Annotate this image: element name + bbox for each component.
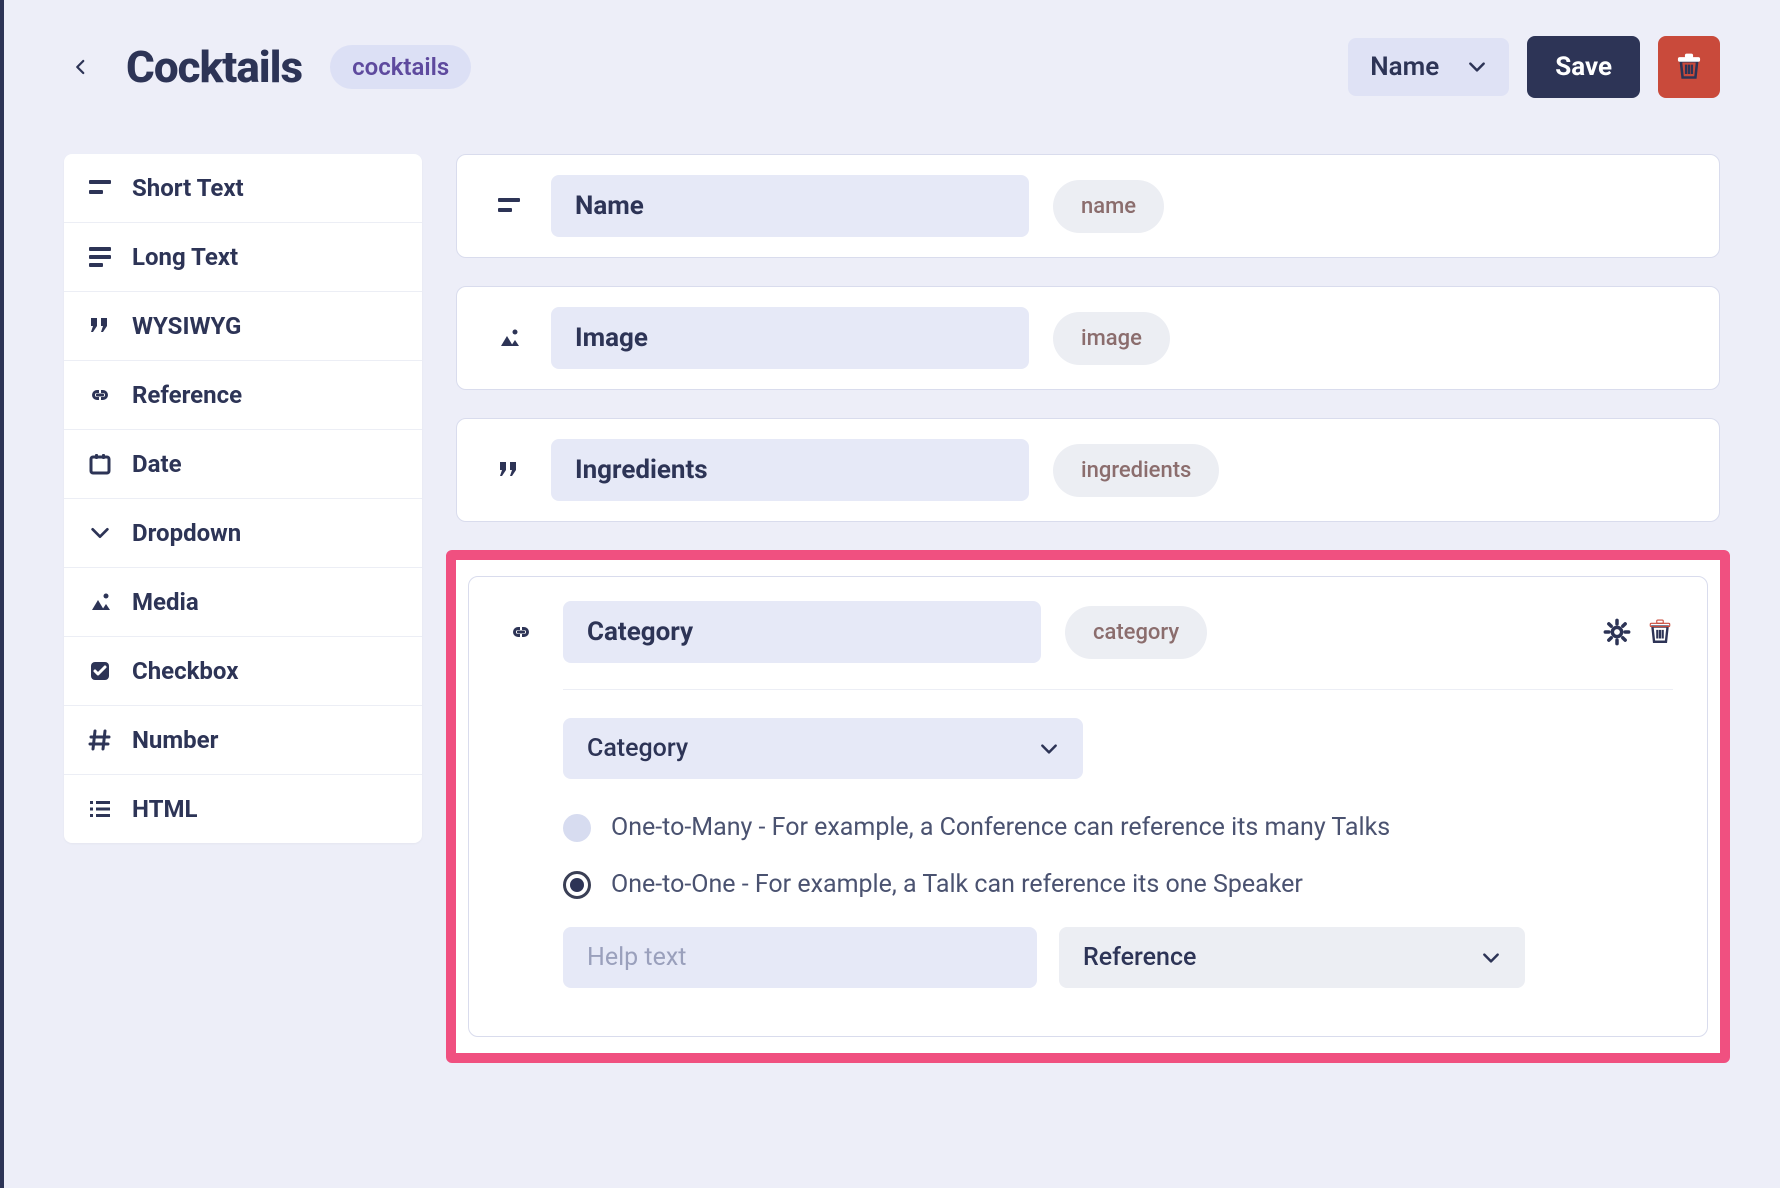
field-card-ingredients[interactable]: Ingredients ingredients [456,418,1720,522]
sidebar-item-date[interactable]: Date [64,430,422,499]
radio-label: One-to-One - For example, a Talk can ref… [611,870,1303,899]
sidebar-item-reference[interactable]: Reference [64,361,422,430]
trash-icon [1647,619,1673,645]
field-type-select[interactable]: Reference [1059,927,1525,988]
radio-indicator [563,814,591,842]
sidebar-item-checkbox[interactable]: Checkbox [64,637,422,706]
field-type-palette: Short Text Long Text WYSIWYG Reference D… [64,154,422,843]
short-text-icon [86,176,114,200]
field-slug-pill: ingredients [1053,444,1219,497]
gear-icon [1603,618,1631,646]
sidebar-item-label: Short Text [132,174,244,202]
chevron-down-icon [86,521,114,545]
sidebar-item-short-text[interactable]: Short Text [64,154,422,223]
long-text-icon [86,245,114,269]
sidebar-item-label: Reference [132,381,242,409]
sidebar-item-label: HTML [132,795,197,823]
media-icon [86,590,114,614]
field-name-input[interactable]: Category [563,601,1041,663]
reference-target-select[interactable]: Category [563,718,1083,779]
delete-model-button[interactable] [1658,36,1720,98]
field-delete-button[interactable] [1647,619,1673,645]
radio-one-to-one[interactable]: One-to-One - For example, a Talk can ref… [563,870,1673,899]
field-card-name[interactable]: Name name [456,154,1720,258]
sidebar-item-label: Number [132,726,218,754]
radio-label: One-to-Many - For example, a Conference … [611,813,1390,842]
field-card-category[interactable]: Category category [468,576,1708,1037]
quote-icon [491,458,527,482]
field-name-input[interactable]: Image [551,307,1029,369]
page-header: Cocktails cocktails Name Save [64,36,1720,98]
media-icon [491,326,527,350]
chevron-down-icon [1039,739,1059,759]
sidebar-item-label: Date [132,450,182,478]
sidebar-item-label: Media [132,588,199,616]
sidebar-item-label: Long Text [132,243,238,271]
field-type-value: Reference [1083,943,1196,972]
field-name-input[interactable]: Name [551,175,1029,237]
field-slug-pill: name [1053,180,1164,233]
title-field-select[interactable]: Name [1348,38,1509,96]
reference-target-value: Category [587,734,688,763]
field-card-category-highlight: Category category [446,550,1730,1063]
link-icon [86,383,114,407]
page-title: Cocktails [126,41,302,93]
sidebar-item-html[interactable]: HTML [64,775,422,843]
save-button[interactable]: Save [1527,36,1640,98]
sidebar-item-label: Dropdown [132,519,241,547]
field-card-image[interactable]: Image image [456,286,1720,390]
sidebar-item-label: Checkbox [132,657,238,685]
sidebar-item-dropdown[interactable]: Dropdown [64,499,422,568]
fields-canvas: Name name Image image Ingredients ingred… [456,154,1720,1063]
quote-icon [86,314,114,338]
trash-icon [1675,53,1703,81]
short-text-icon [491,194,527,218]
sidebar-item-media[interactable]: Media [64,568,422,637]
chevron-left-icon [72,55,90,79]
sidebar-item-long-text[interactable]: Long Text [64,223,422,292]
sidebar-item-label: WYSIWYG [132,312,241,340]
field-slug-pill: image [1053,312,1170,365]
calendar-icon [86,452,114,476]
help-text-input[interactable]: Help text [563,927,1037,988]
field-slug-pill: category [1065,606,1207,659]
list-icon [86,797,114,821]
checkbox-icon [86,659,114,683]
radio-one-to-many[interactable]: One-to-Many - For example, a Conference … [563,813,1673,842]
sidebar-item-number[interactable]: Number [64,706,422,775]
chevron-down-icon [1481,948,1501,968]
link-icon [503,620,539,644]
title-field-select-value: Name [1370,52,1439,82]
back-button[interactable] [64,50,98,84]
field-name-input[interactable]: Ingredients [551,439,1029,501]
radio-indicator [563,871,591,899]
model-slug-pill: cocktails [330,45,471,89]
field-settings-button[interactable] [1603,618,1631,646]
hash-icon [86,728,114,752]
chevron-down-icon [1467,57,1487,77]
sidebar-item-wysiwyg[interactable]: WYSIWYG [64,292,422,361]
